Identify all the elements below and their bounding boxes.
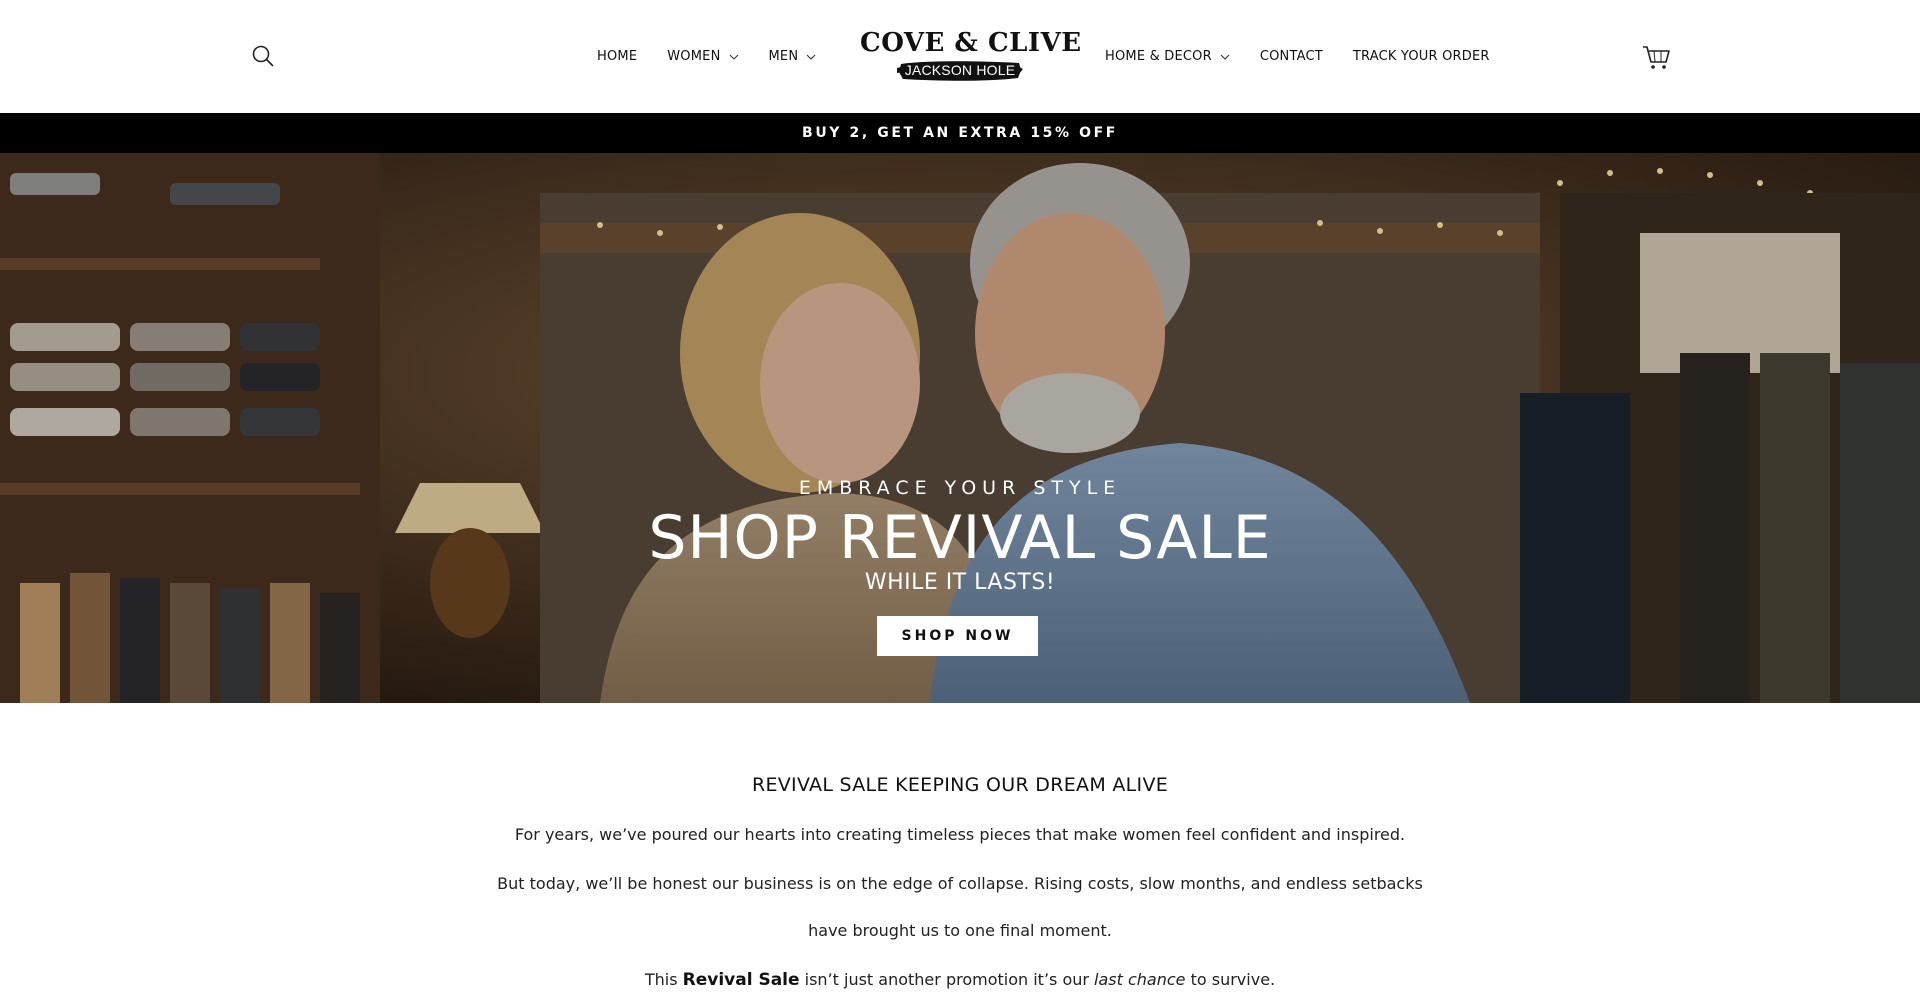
chevron-down-icon [729, 54, 738, 60]
chevron-down-icon [806, 54, 816, 60]
paragraph-2: But today, we’ll be honest our business … [497, 874, 1423, 893]
nav-item-label: WOMEN [667, 49, 721, 64]
site-logo[interactable]: COVE & CLIVE JACKSON HOLE [860, 28, 1082, 84]
p4-bold: Revival Sale [682, 970, 800, 990]
section-title: REVIVAL SALE KEEPING OUR DREAM ALIVE [751, 774, 1169, 796]
site-header: HOME WOMEN MEN COVE & CLIVE JACKSON HOLE… [0, 0, 1920, 113]
search-icon[interactable] [251, 44, 275, 68]
nav-item-men[interactable]: MEN [769, 49, 817, 64]
paragraph-3: have brought us to one final moment. [808, 921, 1112, 940]
cart-icon[interactable] [1642, 44, 1670, 70]
p4-prefix: This [644, 970, 683, 989]
nav-item-label: CONTACT [1259, 49, 1323, 64]
nav-item-home-decor[interactable]: HOME & DECOR [1105, 49, 1230, 64]
p4-suffix: to survive. [1185, 970, 1276, 989]
chevron-down-icon [1220, 54, 1230, 60]
announcement-text: BUY 2, GET AN EXTRA 15% OFF [802, 125, 1118, 141]
nav-item-label: HOME & DECOR [1105, 49, 1212, 64]
main-nav-right: HOME & DECOR CONTACT TRACK YOUR ORDER [1105, 49, 1520, 64]
nav-item-women[interactable]: WOMEN [667, 49, 738, 64]
paragraph-4: This Revival Sale isn’t just another pro… [0, 970, 1920, 990]
shop-now-button[interactable]: SHOP NOW [877, 616, 1038, 656]
nav-item-label: HOME [597, 49, 638, 64]
main-nav-left: HOME WOMEN MEN [597, 49, 846, 64]
hero-subtitle: WHILE IT LASTS! [864, 570, 1056, 595]
paragraph-1: For years, we’ve poured our hearts into … [514, 825, 1406, 844]
hero-title: SHOP REVIVAL SALE [648, 503, 1272, 573]
logo-title: COVE & CLIVE [860, 28, 1082, 58]
p4-mid: isn’t just another promotion it’s our [799, 970, 1095, 989]
hero-banner: EMBRACE YOUR STYLE SHOP REVIVAL SALE WHI… [0, 153, 1920, 703]
nav-item-label: TRACK YOUR ORDER [1352, 49, 1490, 64]
hero-eyebrow: EMBRACE YOUR STYLE [798, 477, 1122, 499]
nav-item-track-order[interactable]: TRACK YOUR ORDER [1353, 49, 1490, 64]
logo-brush: JACKSON HOLE [897, 60, 1023, 82]
nav-item-contact[interactable]: CONTACT [1260, 49, 1323, 64]
logo-subtitle: JACKSON HOLE [904, 62, 1016, 78]
announcement-bar: BUY 2, GET AN EXTRA 15% OFF [0, 113, 1920, 153]
nav-item-home[interactable]: HOME [597, 49, 637, 64]
nav-item-label: MEN [768, 49, 799, 64]
p4-italic: last chance [1094, 970, 1186, 989]
